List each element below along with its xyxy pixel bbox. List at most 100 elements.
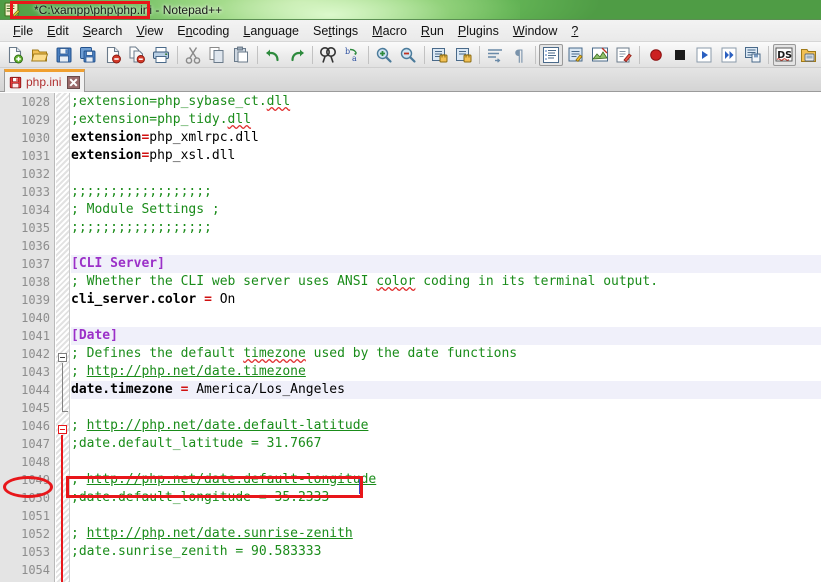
start-record-macro-icon[interactable] [644, 44, 667, 66]
paste-icon[interactable] [230, 44, 253, 66]
new-file-icon[interactable] [4, 44, 27, 66]
code-editor[interactable]: 1028 ;extension=php_sybase_ct.dll 1029 ;ext… [0, 92, 821, 582]
editor-line-1052[interactable]: 1052; http://php.net/date.sunrise-zenith [0, 525, 821, 543]
editor-line-1051[interactable]: 1051 [0, 507, 821, 525]
save-icon[interactable] [52, 44, 75, 66]
menu-item-edit[interactable]: Edit [40, 22, 76, 40]
line-number: 1031 [21, 149, 50, 163]
menu-item-settings[interactable]: Settings [306, 22, 365, 40]
menu-item-plugins[interactable]: Plugins [451, 22, 506, 40]
editor-line-1048[interactable]: 1048 [0, 453, 821, 471]
open-file-icon[interactable] [28, 44, 51, 66]
line-content[interactable]: extension=php_xmlrpc.dll [71, 129, 259, 147]
line-content[interactable]: ;date.default_longitude = 35.2333 [71, 489, 329, 507]
playback-macro-icon[interactable] [693, 44, 716, 66]
editor-line-1053[interactable]: 1053 ;date.sunrise_zenith = 90.583333 [0, 543, 821, 561]
line-content[interactable]: ;;;;;;;;;;;;;;;;;; [71, 219, 212, 237]
line-content[interactable]: ;extension=php_sybase_ct.dll [71, 93, 290, 111]
menu-item-view[interactable]: View [129, 22, 170, 40]
token-comment: ;;;;;;;;;;;;;;;;;; [71, 184, 212, 199]
function-list-icon[interactable] [613, 44, 636, 66]
editor-line-1047[interactable]: 1047 ;date.default_latitude = 31.7667 [0, 435, 821, 453]
close-all-files-icon[interactable] [125, 44, 148, 66]
user-defined-language-icon[interactable] [564, 44, 587, 66]
line-content[interactable]: date.timezone = America/Los_Angeles [71, 381, 345, 399]
line-content[interactable]: ; http://php.net/date.timezone [71, 363, 306, 381]
tab-php-ini[interactable]: php.ini [4, 69, 86, 92]
editor-line-1036[interactable]: 1036 [0, 237, 821, 255]
editor-line-1049[interactable]: 1049; http://php.net/date.default-longit… [0, 471, 821, 489]
open-folder-as-workspace-icon[interactable] [797, 44, 820, 66]
menu-item-encoding[interactable]: Encoding [170, 22, 236, 40]
fold-box-date[interactable] [58, 425, 67, 434]
sync-vertical-scroll-icon[interactable] [428, 44, 451, 66]
editor-line-1043[interactable]: 1043; http://php.net/date.timezone [0, 363, 821, 381]
zoom-out-icon[interactable] [397, 44, 420, 66]
line-content[interactable]: ;extension=php_tidy.dll [71, 111, 251, 129]
print-icon[interactable] [150, 44, 173, 66]
menu-item-search[interactable]: Search [76, 22, 130, 40]
line-content[interactable]: ; Whether the CLI web server uses ANSI c… [71, 273, 658, 291]
show-all-characters-icon[interactable]: ¶ [508, 44, 531, 66]
editor-line-1039[interactable]: 1039 cli_server.color = On [0, 291, 821, 309]
line-content[interactable]: ; http://php.net/date.sunrise-zenith [71, 525, 353, 543]
editor-line-1029[interactable]: 1029 ;extension=php_tidy.dll [0, 111, 821, 129]
line-content[interactable]: cli_server.color = On [71, 291, 235, 309]
line-content[interactable]: ; Module Settings ; [71, 201, 220, 219]
editor-line-1040[interactable]: 1040 [0, 309, 821, 327]
replace-icon[interactable]: b a [341, 44, 364, 66]
show-indent-guide-icon[interactable] [539, 43, 563, 66]
menu-item-run[interactable]: Run [414, 22, 451, 40]
editor-line-1045[interactable]: 1045 [0, 399, 821, 417]
editor-line-1046[interactable]: 1046; http://php.net/date.default-latitu… [0, 417, 821, 435]
close-tab-icon[interactable] [67, 75, 81, 89]
find-icon[interactable] [317, 44, 340, 66]
editor-line-1031[interactable]: 1031 extension=php_xsl.dll [0, 147, 821, 165]
line-content[interactable]: ; http://php.net/date.default-longitude [71, 471, 376, 489]
word-wrap-icon[interactable] [484, 44, 507, 66]
line-content[interactable]: [CLI Server] [71, 255, 165, 273]
editor-line-1032[interactable]: 1032 [0, 165, 821, 183]
token-comment: dll [266, 94, 291, 109]
close-file-icon[interactable] [101, 44, 124, 66]
editor-line-1028[interactable]: 1028 ;extension=php_sybase_ct.dll [0, 93, 821, 111]
editor-line-1044[interactable]: 1044 date.timezone = America/Los_Angeles [0, 381, 821, 399]
menu-item-macro[interactable]: Macro [365, 22, 414, 40]
editor-line-1041[interactable]: 1041 [Date] [0, 327, 821, 345]
menu-item-file[interactable]: File [6, 22, 40, 40]
editor-line-1033[interactable]: 1033;;;;;;;;;;;;;;;;;; [0, 183, 821, 201]
toolbar-separator [639, 45, 641, 64]
menu-item-language[interactable]: Language [236, 22, 306, 40]
line-content[interactable]: extension=php_xsl.dll [71, 147, 235, 165]
line-content[interactable]: ; Defines the default timezone used by t… [71, 345, 517, 363]
show-document-map-icon[interactable] [588, 44, 611, 66]
redo-icon[interactable] [285, 44, 308, 66]
editor-line-1034[interactable]: 1034 ; Module Settings ; [0, 201, 821, 219]
sync-horizontal-scroll-icon[interactable] [452, 44, 475, 66]
copy-icon[interactable] [205, 44, 228, 66]
editor-line-1054[interactable]: 1054 [0, 561, 821, 579]
undo-icon[interactable] [261, 44, 284, 66]
editor-line-1042[interactable]: 1042 ; Defines the default timezone used … [0, 345, 821, 363]
zoom-in-icon[interactable] [372, 44, 395, 66]
run-macro-multiple-times-icon[interactable] [717, 44, 740, 66]
menu-item-window[interactable]: Window [506, 22, 564, 40]
stop-record-macro-icon[interactable] [668, 44, 691, 66]
save-macro-icon[interactable] [741, 44, 764, 66]
line-content[interactable]: [Date] [71, 327, 118, 345]
line-content[interactable]: ;date.sunrise_zenith = 90.583333 [71, 543, 321, 561]
line-content[interactable]: ; http://php.net/date.default-latitude [71, 417, 368, 435]
token-comment: ;extension=php_sybase_ct. [71, 94, 267, 109]
editor-line-1037[interactable]: 1037 [CLI Server] [0, 255, 821, 273]
cut-icon[interactable] [181, 44, 204, 66]
menu-item-help[interactable]: ? [564, 22, 585, 40]
line-content[interactable]: ;date.default_latitude = 31.7667 [71, 435, 321, 453]
fold-box-cli-server[interactable] [58, 353, 67, 362]
line-content[interactable]: ;;;;;;;;;;;;;;;;;; [71, 183, 212, 201]
editor-line-1038[interactable]: 1038 ; Whether the CLI web server uses AN… [0, 273, 821, 291]
save-all-icon[interactable] [77, 44, 100, 66]
editor-line-1050[interactable]: 1050 ;date.default_longitude = 35.2333 [0, 489, 821, 507]
ds-plugin-icon[interactable]: DS [772, 43, 796, 66]
editor-line-1030[interactable]: 1030 extension=php_xmlrpc.dll [0, 129, 821, 147]
editor-line-1035[interactable]: 1035;;;;;;;;;;;;;;;;;; [0, 219, 821, 237]
